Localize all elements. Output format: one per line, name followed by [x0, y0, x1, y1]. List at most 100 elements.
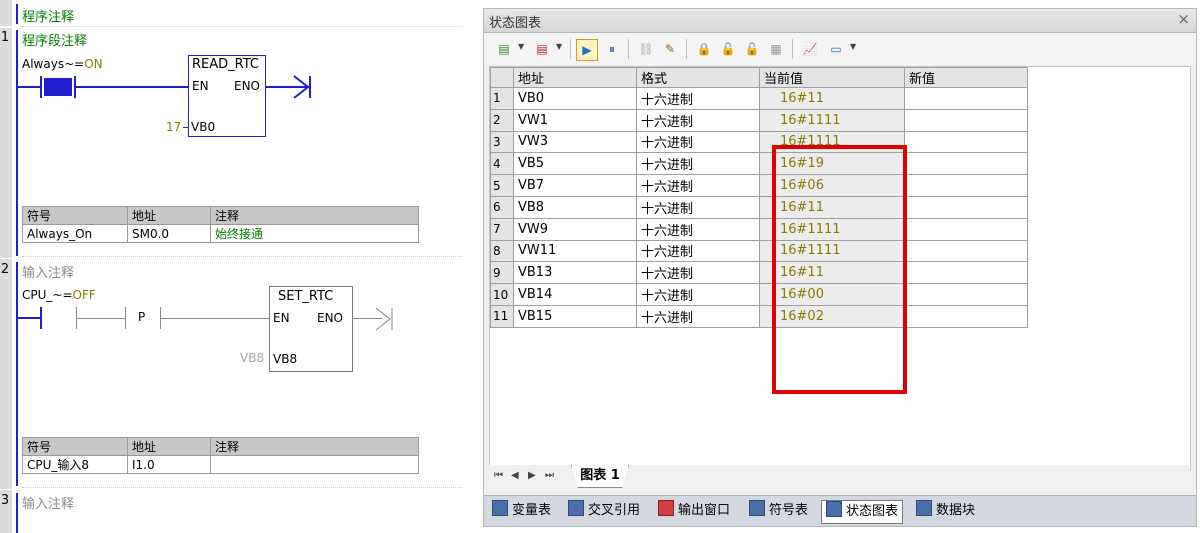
network-comment[interactable]: 输入注释: [22, 262, 74, 281]
symbol-cell[interactable]: CPU_输入8: [22, 455, 128, 474]
format-cell[interactable]: 十六进制: [636, 87, 760, 110]
new-value-cell[interactable]: [904, 108, 1028, 132]
read-rtc-block[interactable]: READ_RTC EN ENO VB0: [188, 55, 266, 137]
chevron-down-icon[interactable]: ▼: [850, 42, 856, 51]
current-value-column-header[interactable]: 当前值: [759, 67, 905, 88]
first-sheet-icon[interactable]: ⏮: [494, 470, 503, 481]
last-sheet-icon[interactable]: ⏭: [545, 470, 554, 481]
format-cell[interactable]: 十六进制: [636, 239, 760, 263]
address-column-header[interactable]: 地址: [513, 67, 637, 88]
separator: [686, 39, 687, 59]
insert-row-icon[interactable]: ▤: [494, 39, 514, 59]
address-cell[interactable]: VW3: [513, 130, 637, 154]
format-cell[interactable]: 十六进制: [636, 283, 760, 306]
chart-execution-icon[interactable]: ▶: [576, 39, 598, 61]
p-contact-label[interactable]: P: [138, 310, 145, 324]
format-cell[interactable]: 十六进制: [636, 152, 760, 176]
format-cell[interactable]: 十六进制: [636, 174, 760, 197]
format-cell[interactable]: 十六进制: [636, 195, 760, 219]
contact-left-bar[interactable]: [40, 307, 42, 329]
table-row[interactable]: 1 VB0 十六进制 16#11: [490, 87, 1028, 110]
table-row[interactable]: 2 VW1 十六进制 16#1111: [490, 108, 1028, 132]
new-value-cell[interactable]: [904, 283, 1028, 306]
new-value-cell[interactable]: [904, 195, 1028, 219]
title-bar[interactable]: 状态图表 ×: [484, 9, 1196, 33]
address-cell[interactable]: VB0: [513, 87, 637, 110]
param-value[interactable]: VB8: [240, 351, 264, 365]
table-row[interactable]: 6 VB8 十六进制 16#11: [490, 195, 1028, 219]
prev-sheet-icon[interactable]: ◀: [511, 470, 519, 481]
new-value-cell[interactable]: [904, 152, 1028, 176]
comment-cell[interactable]: 始终接通: [210, 224, 419, 243]
chevron-down-icon[interactable]: ▼: [556, 42, 562, 51]
address-cell[interactable]: VB13: [513, 261, 637, 285]
row-number-header: [490, 67, 514, 88]
new-value-cell[interactable]: [904, 130, 1028, 154]
new-value-cell[interactable]: [904, 174, 1028, 197]
sheet-tab[interactable]: 图表 1: [571, 465, 629, 488]
tab-status-chart[interactable]: 状态图表: [821, 500, 904, 524]
format-cell[interactable]: 十六进制: [636, 261, 760, 285]
program-comment[interactable]: 程序注释: [22, 6, 74, 25]
read-icon[interactable]: ⛓: [636, 39, 656, 59]
chevron-down-icon[interactable]: ▼: [518, 42, 524, 51]
table-row[interactable]: 5 VB7 十六进制 16#06: [490, 174, 1028, 197]
new-value-cell[interactable]: [904, 217, 1028, 241]
close-icon[interactable]: ×: [1177, 10, 1190, 28]
current-value-cell[interactable]: 16#1111: [759, 108, 905, 132]
address-cell[interactable]: VB5: [513, 152, 637, 176]
symbol-cell[interactable]: Always_On: [22, 224, 128, 243]
param-value[interactable]: 17: [166, 120, 181, 134]
address-cell[interactable]: VW1: [513, 108, 637, 132]
set-rtc-block[interactable]: SET_RTC EN ENO VB8: [269, 286, 353, 372]
write-icon[interactable]: ✎: [660, 39, 680, 59]
address-cell[interactable]: VB14: [513, 283, 637, 306]
tab-cross-reference[interactable]: 交叉引用: [564, 500, 644, 522]
format-column-header[interactable]: 格式: [636, 67, 760, 88]
trend-view-icon[interactable]: 📈: [800, 39, 820, 59]
network-comment[interactable]: 程序段注释: [22, 30, 87, 49]
address-cell[interactable]: VW11: [513, 239, 637, 263]
comment-cell[interactable]: [210, 455, 419, 474]
force-icon[interactable]: 🔒: [694, 39, 714, 59]
address-cell[interactable]: SM0.0: [127, 224, 211, 243]
new-value-cell[interactable]: [904, 239, 1028, 263]
address-cell[interactable]: VB15: [513, 304, 637, 328]
next-sheet-icon[interactable]: ▶: [528, 470, 536, 481]
pause-icon[interactable]: ⏸: [602, 39, 622, 59]
format-cell[interactable]: 十六进制: [636, 217, 760, 241]
table-row[interactable]: 3 VW3 十六进制 16#1111: [490, 130, 1028, 154]
tag-icon[interactable]: ▭: [826, 39, 846, 59]
format-cell[interactable]: 十六进制: [636, 130, 760, 154]
address-cell[interactable]: VB8: [513, 195, 637, 219]
table-row[interactable]: 10 VB14 十六进制 16#00: [490, 283, 1028, 306]
table-row[interactable]: 8 VW11 十六进制 16#1111: [490, 239, 1028, 263]
address-cell[interactable]: I1.0: [127, 455, 211, 474]
address-cell[interactable]: VB7: [513, 174, 637, 197]
contact-label[interactable]: CPU_~=OFF: [22, 288, 96, 302]
table-row[interactable]: 9 VB13 十六进制 16#11: [490, 261, 1028, 285]
network-comment[interactable]: 输入注释: [22, 493, 74, 512]
tab-symbol-table[interactable]: 符号表: [745, 500, 812, 522]
tab-output-window[interactable]: 输出窗口: [654, 500, 734, 522]
new-value-cell[interactable]: [904, 261, 1028, 285]
address-cell[interactable]: VW9: [513, 217, 637, 241]
delete-row-icon[interactable]: ▤: [532, 39, 552, 59]
read-all-forced-icon[interactable]: ▦: [766, 39, 786, 59]
unforce-all-icon[interactable]: 🔓: [742, 39, 762, 59]
table-row[interactable]: 7 VW9 十六进制 16#1111: [490, 217, 1028, 241]
format-cell[interactable]: 十六进制: [636, 108, 760, 132]
new-value-cell[interactable]: [904, 87, 1028, 110]
unforce-icon[interactable]: 🔓: [718, 39, 738, 59]
contact-active-fill[interactable]: [44, 78, 72, 96]
table-row[interactable]: 4 VB5 十六进制 16#19: [490, 152, 1028, 176]
current-value-cell[interactable]: 16#11: [759, 87, 905, 110]
new-value-column-header[interactable]: 新值: [904, 67, 1028, 88]
contact-label[interactable]: Always~=ON: [22, 57, 103, 71]
tab-data-block[interactable]: 数据块: [912, 500, 979, 522]
format-cell[interactable]: 十六进制: [636, 304, 760, 328]
tab-variable-table[interactable]: 变量表: [488, 500, 555, 522]
new-value-cell[interactable]: [904, 304, 1028, 328]
symbol-table: 符号 地址 注释 CPU_输入8 I1.0: [22, 437, 419, 474]
table-row[interactable]: 11 VB15 十六进制 16#02: [490, 304, 1028, 328]
